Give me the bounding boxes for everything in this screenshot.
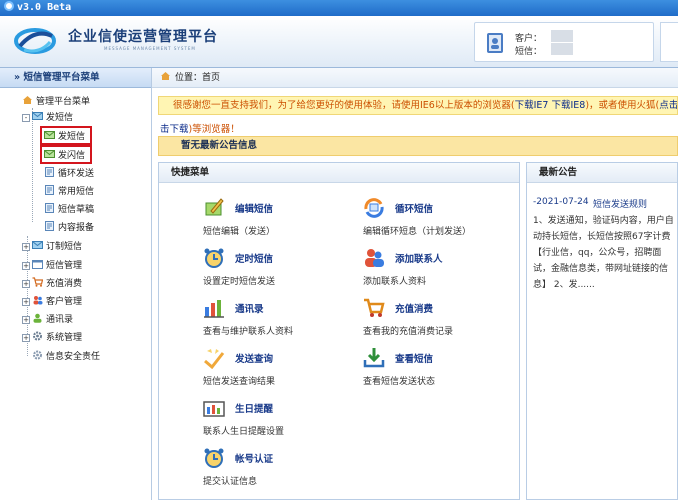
cart-icon: [32, 277, 43, 287]
sidebar-tree: 管理平台菜单 - 发短信 发短信 发闪信 循环发送 常用短信 短信草稿 内容报备…: [0, 88, 151, 362]
quick-item-view-sms[interactable]: 查看短信 查看短信发送状态: [363, 347, 523, 393]
quick-item-add-contact[interactable]: 添加联系人 添加联系人资料: [363, 247, 523, 293]
expand-icon[interactable]: +: [22, 243, 30, 251]
alarm-clock-icon: [204, 448, 224, 468]
sidebar-item-security[interactable]: 信息安全责任: [32, 349, 100, 365]
sidebar-title: » 短信管理平台菜单: [0, 68, 151, 88]
users-icon: [33, 296, 43, 305]
sidebar-group-customers[interactable]: + 客户管理: [22, 294, 82, 310]
sidebar-item-drafts[interactable]: 短信草稿: [44, 202, 94, 218]
home-icon: [23, 96, 32, 104]
latest-announcement-panel: 最新公告 -2021-07-24 短信发送规则 1、发送通知，验证码内容，用户自…: [526, 162, 678, 500]
cart-icon: [364, 298, 385, 317]
envelope-icon: [32, 112, 43, 120]
expand-icon[interactable]: +: [22, 280, 30, 288]
highlight-frame: [40, 145, 92, 164]
birthday-calendar-icon: [203, 401, 225, 417]
browser-notice-continued: 击下载)等浏览器！: [160, 124, 240, 135]
calendar-icon: [32, 260, 43, 269]
breadcrumb-text: 位置：首页: [175, 73, 221, 83]
edit-sms-icon: [205, 198, 224, 216]
download-ie7-link[interactable]: 下载IE7: [515, 100, 549, 111]
breadcrumb: 位置：首页: [152, 68, 678, 88]
document-icon: [45, 221, 54, 231]
collapse-icon[interactable]: -: [22, 114, 30, 122]
alarm-clock-icon: [204, 248, 224, 268]
quick-item-loop-sms[interactable]: 循环短信 编辑循环短息（计划发送）: [363, 197, 523, 243]
window-titlebar: v3.0 Beta: [0, 0, 678, 16]
document-icon: [45, 185, 54, 195]
browser-notice: 很感谢您一直支持我们，为了给您更好的使用体验，请使用IE6以上版本的浏览器(下载…: [158, 96, 678, 115]
latest-announcement-title: 最新公告: [527, 163, 677, 183]
quick-item-account-verify[interactable]: 帐号认证 提交认证信息: [203, 447, 363, 493]
sidebar-item-common-sms[interactable]: 常用短信: [44, 184, 94, 200]
expand-icon[interactable]: +: [22, 316, 30, 324]
app-icon: [4, 1, 14, 11]
quick-item-birthday[interactable]: 生日提醒 联系人生日提醒设置: [203, 397, 363, 443]
add-contact-icon: [365, 249, 384, 267]
send-query-icon: [204, 349, 225, 369]
sidebar-item-content-report[interactable]: 内容报备: [44, 220, 94, 236]
contacts-book-icon: [204, 300, 224, 318]
expand-icon[interactable]: +: [22, 334, 30, 342]
brand-logo-icon: [14, 28, 56, 54]
expand-icon[interactable]: +: [22, 262, 30, 270]
download-firefox-link-cont[interactable]: 击下载: [160, 124, 189, 135]
download-ie8-link[interactable]: 下载IE8: [551, 100, 585, 111]
gear-icon: [33, 350, 42, 360]
expand-icon[interactable]: +: [22, 298, 30, 306]
gear-icon: [33, 331, 42, 341]
contact-icon: [33, 313, 42, 323]
announcement-bar: 暂无最新公告信息: [158, 136, 678, 156]
news-date: -2021-07-24: [533, 197, 589, 207]
news-body: 1、发送通知，验证码内容，用户自动持长短信，长短信按照67字计费【行业信，qq，…: [533, 216, 674, 290]
sidebar-group-sms-manage[interactable]: + 短信管理: [22, 258, 82, 274]
document-icon: [45, 203, 54, 213]
page-header: 企业信使运营管理平台 MESSAGE MANAGEMENT SYSTEM 客户：…: [0, 16, 678, 68]
download-tray-icon: [363, 348, 385, 368]
loop-sms-icon: [364, 198, 384, 218]
quick-menu-panel: 快捷菜单 编辑短信 短信编辑（发送） 循环短信 编辑循环短息（计划发送） 定时短…: [158, 162, 520, 500]
highlight-frame: [40, 126, 92, 145]
sidebar-group-contacts[interactable]: + 通讯录: [22, 312, 73, 328]
quick-item-send-query[interactable]: 发送查询 短信发送查询结果: [203, 347, 363, 393]
sidebar-group-send[interactable]: - 发短信: [22, 110, 73, 126]
customer-value-masked: [551, 30, 573, 42]
quick-menu-title: 快捷菜单: [159, 163, 519, 183]
quick-item-recharge[interactable]: 充值消费 查看我的充值消费记录: [363, 297, 523, 343]
brand-title: 企业信使运营管理平台: [68, 29, 218, 45]
news-title-link[interactable]: 短信发送规则: [593, 197, 647, 210]
quick-item-contacts[interactable]: 通讯录 查看与维护联系人资料: [203, 297, 363, 343]
sidebar-group-system[interactable]: + 系统管理: [22, 330, 82, 346]
document-icon: [45, 167, 54, 177]
sms-balance-masked: [551, 43, 573, 55]
sidebar: » 短信管理平台菜单 管理平台菜单 -发短信 发短信 发闪信 循环发送 常用短: [0, 68, 152, 500]
customer-label: 客户：: [515, 34, 543, 44]
sidebar-group-subscription[interactable]: + 订制短信: [22, 239, 82, 255]
sidebar-item-root[interactable]: 管理平台菜单: [22, 94, 90, 110]
brand-subtitle: MESSAGE MANAGEMENT SYSTEM: [104, 46, 196, 51]
window-title: v3.0 Beta: [17, 2, 72, 13]
account-info-box: 客户： 短信：: [474, 22, 654, 62]
quick-item-timed-sms[interactable]: 定时短信 设置定时短信发送: [203, 247, 363, 293]
download-firefox-link[interactable]: 点击下载: [659, 100, 677, 111]
quick-item-edit-sms[interactable]: 编辑短信 短信编辑（发送）: [203, 197, 363, 243]
sms-balance-label: 短信：: [515, 47, 543, 57]
sidebar-group-recharge[interactable]: + 充值消费: [22, 276, 82, 292]
envelope-icon: [32, 241, 43, 249]
header-extra-box: [660, 22, 678, 62]
address-book-icon: [487, 33, 503, 53]
sidebar-item-loop-send[interactable]: 循环发送: [44, 166, 94, 182]
home-icon: [161, 72, 170, 80]
